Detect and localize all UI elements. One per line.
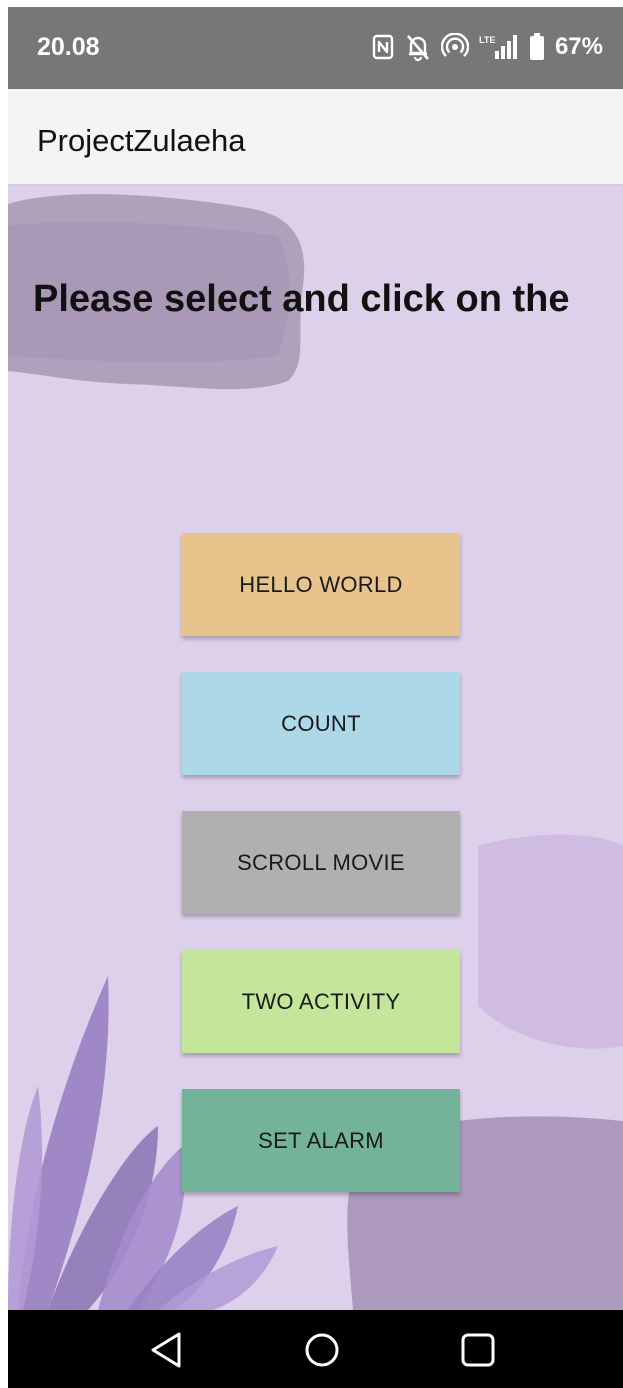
status-time: 20.08 (37, 33, 100, 61)
battery-percent: 67% (554, 33, 603, 60)
battery-icon (529, 33, 545, 61)
scroll-movie-button[interactable]: SCROLL MOVIE (182, 811, 460, 914)
app-title: ProjectZulaeha (37, 123, 246, 158)
main-content: Please select and click on the HELLO WOR… (8, 186, 623, 1310)
two-activity-button[interactable]: TWO ACTIVITY (182, 950, 460, 1053)
recents-icon[interactable] (456, 1328, 500, 1372)
phone-screen: 20.08 LTE 67% ProjectZulaeha Please sele… (8, 7, 623, 1388)
status-icons: LTE 67% (371, 29, 603, 65)
status-bar: 20.08 LTE 67% (8, 7, 623, 89)
home-icon[interactable] (300, 1328, 344, 1372)
lte-signal-icon: LTE (479, 33, 519, 61)
set-alarm-button[interactable]: SET ALARM (182, 1089, 460, 1192)
app-bar: ProjectZulaeha (8, 89, 623, 186)
back-icon[interactable] (144, 1328, 188, 1372)
count-button[interactable]: COUNT (182, 672, 460, 775)
navigation-bar (8, 1310, 623, 1388)
svg-text:LTE: LTE (479, 35, 495, 45)
hello-world-button[interactable]: HELLO WORLD (182, 533, 460, 636)
bell-off-icon (405, 33, 431, 61)
page-heading: Please select and click on the (33, 278, 570, 320)
hotspot-icon (440, 33, 469, 61)
nfc-icon (371, 34, 395, 60)
